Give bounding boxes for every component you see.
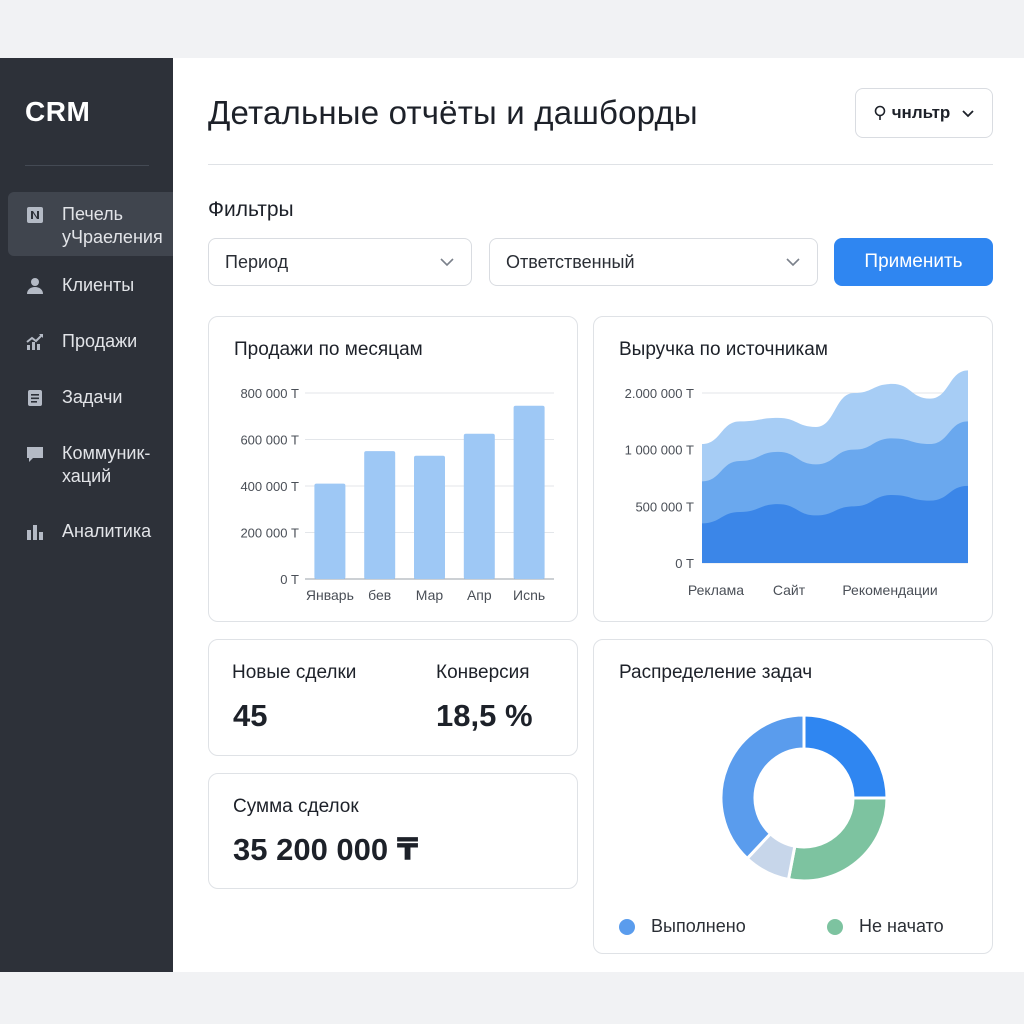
x-tick-label: Реклама — [688, 582, 744, 598]
responsible-select[interactable]: Ответственный — [489, 238, 818, 286]
brand-logo: CRM — [25, 96, 91, 127]
main-content: Детальные отчёты и дашборды чнльтр Фильт… — [173, 58, 1024, 972]
bar — [314, 483, 346, 579]
y-tick-label: 600 000 Т — [240, 433, 299, 448]
sales-bar-chart: 0 Т 200 000 Т 400 000 Т 600 000 Т 800 000 Т Я… — [240, 386, 554, 603]
y-tick-label: 500 000 Т — [635, 499, 694, 514]
document-icon — [24, 387, 46, 409]
donut-slice — [719, 713, 806, 861]
revenue-by-source-card: Выручка по источникам 0 Т 500 000 Т1 000 … — [593, 316, 993, 622]
chevron-down-icon — [786, 258, 800, 267]
x-tick-label: Рекомендации — [842, 582, 937, 598]
donut-slice — [786, 796, 889, 883]
x-tick-label: Мар — [416, 587, 444, 603]
sidebar-item-analytics[interactable]: Аналитика — [0, 520, 173, 543]
y-tick-label: 200 000 Т — [240, 526, 299, 541]
trend-chart-icon — [24, 331, 46, 353]
filter-button-label: чнльтр — [891, 103, 951, 122]
legend-item-done: Выполнено — [619, 916, 746, 937]
filters-title: Фильтры — [208, 198, 294, 221]
period-select-value: Период — [225, 251, 289, 272]
sidebar-item-label: Продажи — [62, 331, 138, 351]
deal-sum-label: Сумма сделок — [233, 796, 359, 817]
sidebar-item-label: Клиенты — [62, 275, 135, 295]
sidebar-item-label: Коммуник-хаций — [62, 443, 151, 486]
sidebar: CRM Печель уЧраеления Клиенты Продажи За… — [0, 58, 173, 972]
notion-icon — [24, 204, 46, 226]
y-tick-label: 1 000 000 Т — [625, 443, 694, 458]
sidebar-item-label: Печель уЧраеления — [62, 204, 163, 247]
conversion-value: 18,5 % — [436, 698, 533, 733]
sidebar-item-label: Задачи — [62, 387, 123, 407]
sales-by-month-card: Продажи по месяцам 0 Т 200 000 Т 400 000 Т… — [208, 316, 578, 622]
legend-label: Не начато — [859, 916, 944, 936]
x-tick-label: Январь — [306, 587, 354, 603]
user-icon — [24, 275, 46, 297]
conversion-label: Конверсия — [436, 662, 530, 683]
responsible-select-value: Ответственный — [506, 251, 635, 272]
sidebar-divider — [25, 165, 149, 166]
bar — [414, 455, 445, 579]
sidebar-nav: ПечельуЧраеления Клиенты Продажи Задачи — [0, 192, 173, 543]
x-tick-label: бев — [368, 587, 391, 603]
page-title: Детальные отчёты и дашборды — [208, 94, 698, 131]
sidebar-item-sales[interactable]: Продажи — [0, 330, 173, 353]
donut-slice — [802, 713, 889, 800]
kpi-sum-card: Сумма сделок 35 200 000 ₸ — [208, 773, 578, 889]
bar — [364, 451, 396, 579]
crm-app: CRM Печель уЧраеления Клиенты Продажи За… — [0, 58, 1024, 972]
title-divider — [208, 164, 993, 165]
sidebar-item-communications[interactable]: Коммуник-хаций — [0, 442, 173, 488]
sidebar-item-clients[interactable]: Клиенты — [0, 274, 173, 297]
x-tick-label: Исnь — [513, 587, 545, 603]
sidebar-item-label: Аналитика — [62, 521, 152, 541]
new-deals-value: 45 — [233, 698, 268, 733]
chevron-down-icon — [962, 110, 974, 118]
new-deals-label: Новые сделки — [232, 662, 357, 683]
legend-label: Выполнено — [651, 916, 746, 936]
kpi-deals-card: Новые сделки 45 Конверсия 18,5 % — [208, 639, 578, 756]
y-tick-label: 800 000 Т — [240, 386, 299, 401]
bar — [513, 405, 545, 579]
legend-dot — [619, 918, 635, 935]
period-select[interactable]: Период — [208, 238, 472, 286]
chevron-down-icon — [440, 258, 454, 267]
deal-sum-value: 35 200 000 ₸ — [233, 832, 419, 867]
filter-button[interactable]: чнльтр — [855, 88, 993, 138]
sidebar-item-dashboard[interactable]: Печель уЧраеления — [8, 192, 173, 256]
task-distribution-card: Распределение задач Выполнено Не начато — [593, 639, 993, 954]
pin-icon — [874, 105, 885, 120]
task-donut-chart — [719, 713, 889, 883]
revenue-area-chart: 0 Т 500 000 Т 1 000 000 Т 2.000 000 Т Реклам… — [625, 370, 968, 598]
y-tick-label: 0 Т — [280, 572, 299, 587]
apply-button[interactable]: Применить — [834, 238, 993, 286]
legend-dot — [827, 918, 843, 935]
x-tick-label: Сайт — [773, 582, 806, 598]
bar-chart-icon — [24, 521, 46, 543]
legend-item-not-started: Не начато — [827, 916, 944, 937]
y-tick-label: 400 000 Т — [240, 479, 299, 494]
x-tick-label: Апр — [467, 587, 492, 603]
y-tick-label: 2.000 000 Т — [625, 386, 694, 401]
bar — [463, 433, 495, 579]
y-tick-label: 0 Т — [675, 556, 694, 571]
sidebar-item-tasks[interactable]: Задачи — [0, 386, 173, 409]
chat-icon — [24, 443, 46, 465]
